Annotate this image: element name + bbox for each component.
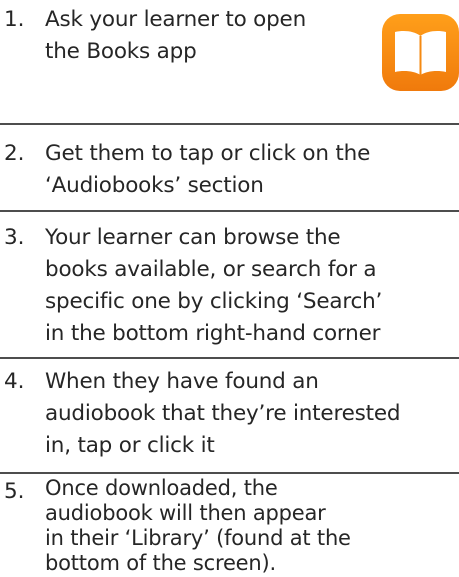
step-line: books available, or search for a xyxy=(45,257,377,282)
step-line: audiobook will then appear xyxy=(45,501,326,525)
step-4: 4. When they have found an audiobook tha… xyxy=(0,366,459,462)
step-line: When they have found an xyxy=(45,369,319,394)
step-line: in the bottom right-hand corner xyxy=(45,321,381,346)
step-number: 3. xyxy=(4,225,25,250)
step-line: bottom of the screen). xyxy=(45,551,276,575)
open-book-icon xyxy=(395,31,446,75)
step-line: Your learner can browse the xyxy=(45,225,341,250)
divider xyxy=(0,210,459,212)
step-5: 5. Once downloaded, the audiobook will t… xyxy=(0,476,459,577)
step-text: Your learner can browse the books availa… xyxy=(45,222,455,350)
step-line: in their ‘Library’ (found at the xyxy=(45,526,351,550)
divider xyxy=(0,472,459,474)
step-3: 3. Your learner can browse the books ava… xyxy=(0,222,459,350)
step-number: 5. xyxy=(4,479,25,504)
step-line: specific one by clicking ‘Search’ xyxy=(45,289,383,314)
divider xyxy=(0,123,459,125)
step-number: 2. xyxy=(4,141,25,166)
divider xyxy=(0,357,459,359)
books-app-icon xyxy=(382,14,459,91)
step-line: ‘Audiobooks’ section xyxy=(45,173,264,198)
step-number: 4. xyxy=(4,369,25,394)
step-line: Once downloaded, the xyxy=(45,476,278,500)
step-line: in, tap or click it xyxy=(45,433,215,458)
step-line: Get them to tap or click on the xyxy=(45,141,371,166)
instruction-steps: 1. Ask your learner to open the Books ap… xyxy=(0,0,459,577)
step-number: 1. xyxy=(4,7,25,32)
step-line: audiobook that they’re interested xyxy=(45,401,401,426)
step-2: 2. Get them to tap or click on the ‘Audi… xyxy=(0,138,459,202)
step-text: Once downloaded, the audiobook will then… xyxy=(45,476,455,576)
step-text: Get them to tap or click on the ‘Audiobo… xyxy=(45,138,455,202)
step-text: When they have found an audiobook that t… xyxy=(45,366,455,462)
